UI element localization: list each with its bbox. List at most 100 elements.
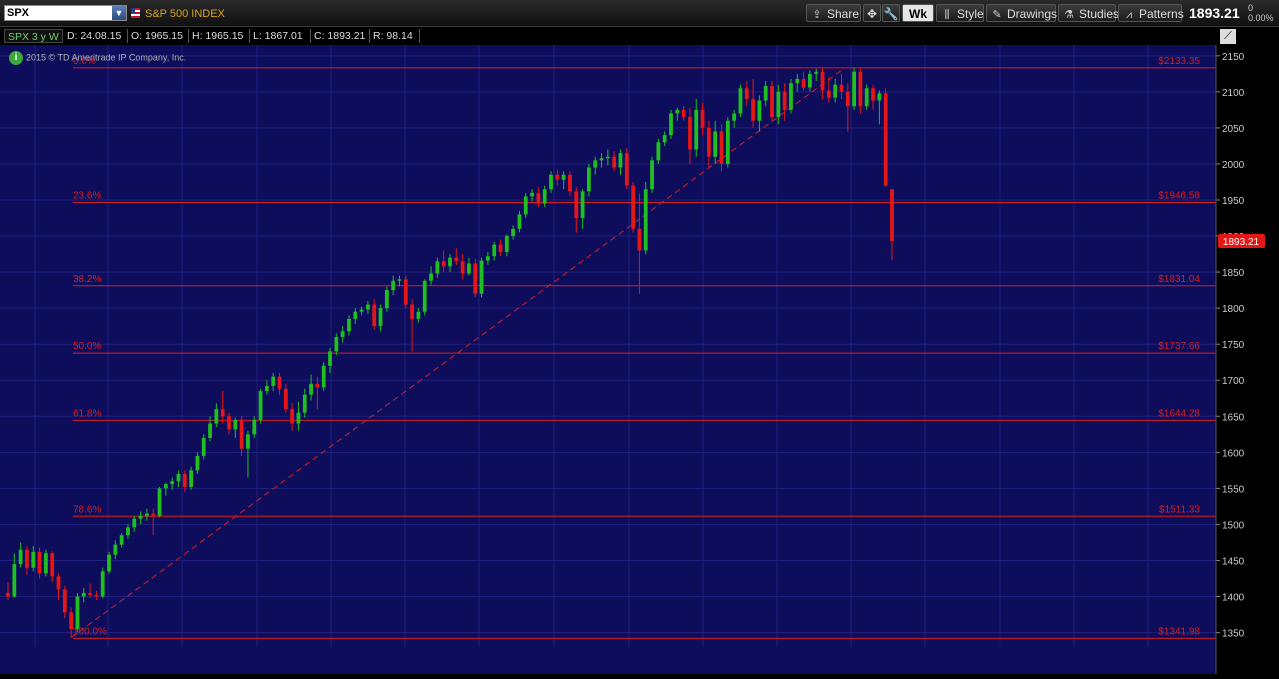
candle-body (700, 109, 705, 128)
candle-body (479, 260, 484, 294)
pencil-icon: ✎ (992, 9, 1002, 21)
candle (422, 279, 427, 316)
candle-body (75, 596, 80, 629)
candle (100, 567, 105, 598)
info-icon[interactable]: i (9, 51, 23, 65)
symbol-input[interactable] (7, 6, 112, 20)
candle-body (706, 127, 711, 157)
candle-body (776, 91, 781, 118)
candle-body (517, 214, 522, 229)
candle-body (328, 351, 332, 366)
open-cell: O: 1965.15 (128, 29, 189, 43)
candle-body (258, 391, 263, 420)
share-button[interactable]: ⇪ Share (806, 4, 861, 22)
drawings-button[interactable]: ✎ Drawings (986, 4, 1057, 22)
candle-body (713, 131, 718, 157)
share-label: Share (827, 7, 860, 21)
patterns-button[interactable]: ⩘ Patterns (1118, 4, 1184, 22)
candle-body (31, 551, 36, 568)
candle-body (321, 365, 326, 388)
candle (258, 388, 263, 424)
candle-body (549, 174, 553, 190)
time-axis-band (0, 647, 1216, 674)
copyright-notice: i 2015 © TD Ameritrade IP Company, Inc. (9, 51, 186, 65)
candle-body (145, 513, 149, 516)
price-axis-band (1216, 45, 1279, 674)
price-tick-label: 2100 (1222, 88, 1245, 99)
candle-body (890, 189, 894, 242)
candle-body (170, 481, 175, 485)
candle-body (88, 592, 92, 596)
candle-body (189, 470, 194, 487)
candle-body (688, 117, 692, 150)
candle-body (50, 553, 55, 577)
wrench-icon: 🔧 (883, 7, 899, 21)
fibonacci-level-label: 61.8% (73, 408, 101, 419)
chart-settings-icon[interactable]: ⟋ (1220, 29, 1236, 44)
chevron-down-icon[interactable]: ▼ (112, 6, 126, 20)
style-button[interactable]: ⫼ Style (936, 4, 984, 22)
price-tick-label: 2050 (1222, 124, 1245, 135)
candle-body (18, 549, 23, 565)
candle-body (498, 244, 503, 252)
candle-body (340, 331, 345, 337)
candle-body (568, 174, 572, 192)
candle (864, 84, 869, 110)
price-tick-label: 1350 (1222, 629, 1245, 640)
change-percent: 0.00% (1248, 13, 1274, 23)
symbol-selector[interactable]: ▼ (4, 5, 127, 21)
candle-body (637, 228, 642, 251)
candle-body (347, 318, 351, 332)
candle-body (246, 434, 250, 449)
share-icon: ⇪ (812, 9, 822, 21)
candle-body (435, 261, 440, 274)
candle-body (795, 78, 800, 84)
candle (770, 81, 774, 121)
settings-button[interactable]: 🔧 (882, 4, 900, 22)
candle-body (56, 576, 61, 590)
candle-body (25, 549, 29, 568)
candle-body (157, 488, 162, 516)
studies-button[interactable]: ⚗ Studies (1058, 4, 1120, 22)
candle-body (391, 280, 396, 291)
candle-body (580, 191, 585, 219)
candle-body (384, 290, 389, 309)
candle-body (656, 142, 661, 161)
candle-body (252, 419, 257, 435)
candle-body (833, 84, 838, 98)
candle-body (113, 544, 118, 555)
candle-body (264, 386, 269, 392)
candle-body (858, 71, 863, 107)
candle (403, 275, 408, 309)
price-tick-label: 1450 (1222, 556, 1245, 567)
candle-body (883, 93, 888, 186)
quote-info-bar: SPX 3 y W D: 24.08.15 O: 1965.15 H: 1965… (0, 27, 1279, 45)
candle-body (107, 554, 111, 572)
candle-body (132, 518, 137, 528)
candle-body (612, 156, 617, 168)
candle-body (542, 189, 547, 204)
candle-body (669, 113, 673, 136)
candle-body (12, 564, 17, 597)
crosshair-button[interactable]: ✥ (863, 4, 881, 22)
candle-body (315, 383, 320, 388)
date-cell: D: 24.08.15 (64, 29, 128, 43)
candle-body (195, 455, 200, 471)
price-tick-label: 1950 (1222, 196, 1245, 207)
candle-body (176, 473, 181, 482)
candle (725, 117, 730, 168)
price-chart[interactable]: 1350 1400 1450 1500 1550 1600 1650 1700 1750 1800… (0, 45, 1279, 674)
candle-body (732, 113, 737, 121)
chart-symbol-cell[interactable]: SPX 3 y W (4, 29, 63, 43)
candle-body (62, 589, 67, 613)
candle-body (429, 273, 433, 281)
candle-body (492, 244, 497, 257)
timeframe-button[interactable]: Wk (902, 4, 934, 22)
fibonacci-price-label: $1341.98 (1158, 626, 1200, 637)
candle-body (309, 383, 313, 395)
studies-label: Studies (1079, 7, 1120, 21)
candle (473, 259, 478, 298)
candle-body (694, 109, 699, 150)
candle (157, 486, 162, 518)
fibonacci-level-label: 38.2% (73, 274, 101, 285)
